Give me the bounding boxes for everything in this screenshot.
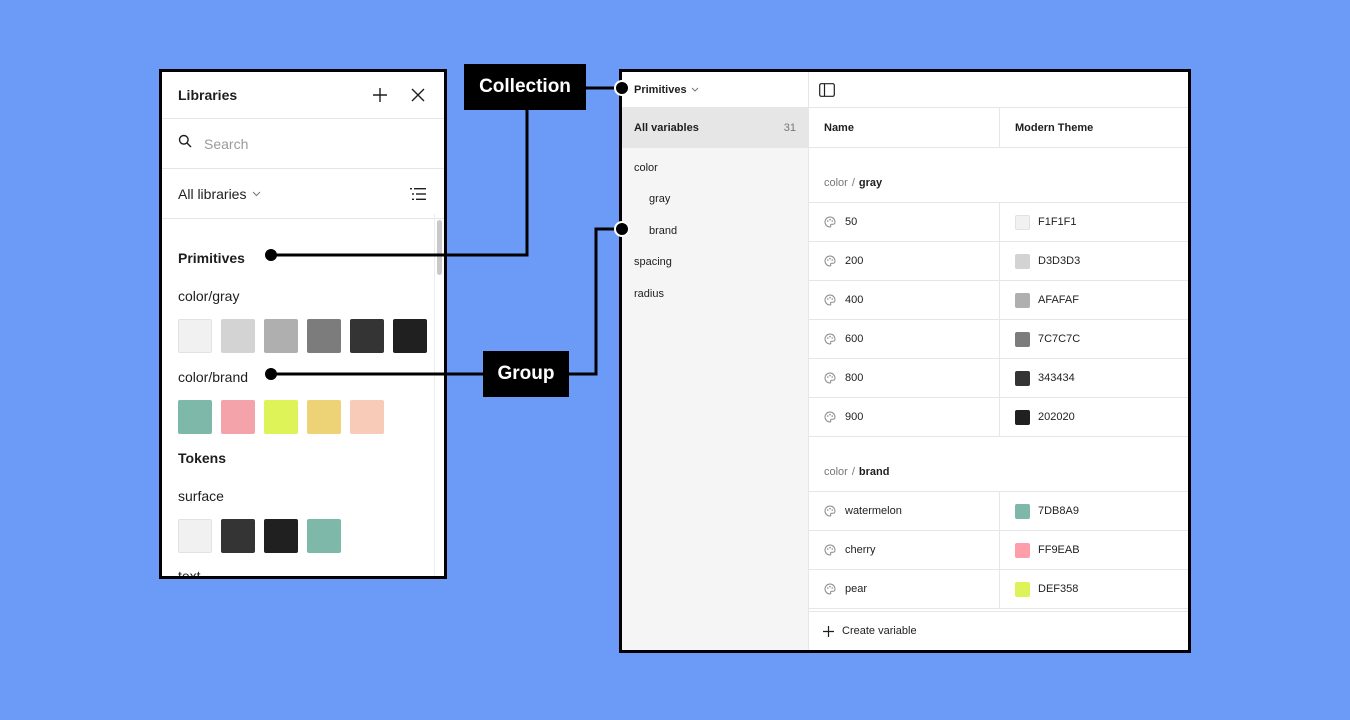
collection-callout: Collection	[464, 64, 586, 110]
connector-dot	[614, 80, 630, 96]
group-callout: Group	[483, 351, 569, 397]
connector-dot	[265, 249, 277, 261]
connector-dot	[614, 221, 630, 237]
connector-dot	[265, 368, 277, 380]
annotation-connectors	[265, 80, 630, 380]
